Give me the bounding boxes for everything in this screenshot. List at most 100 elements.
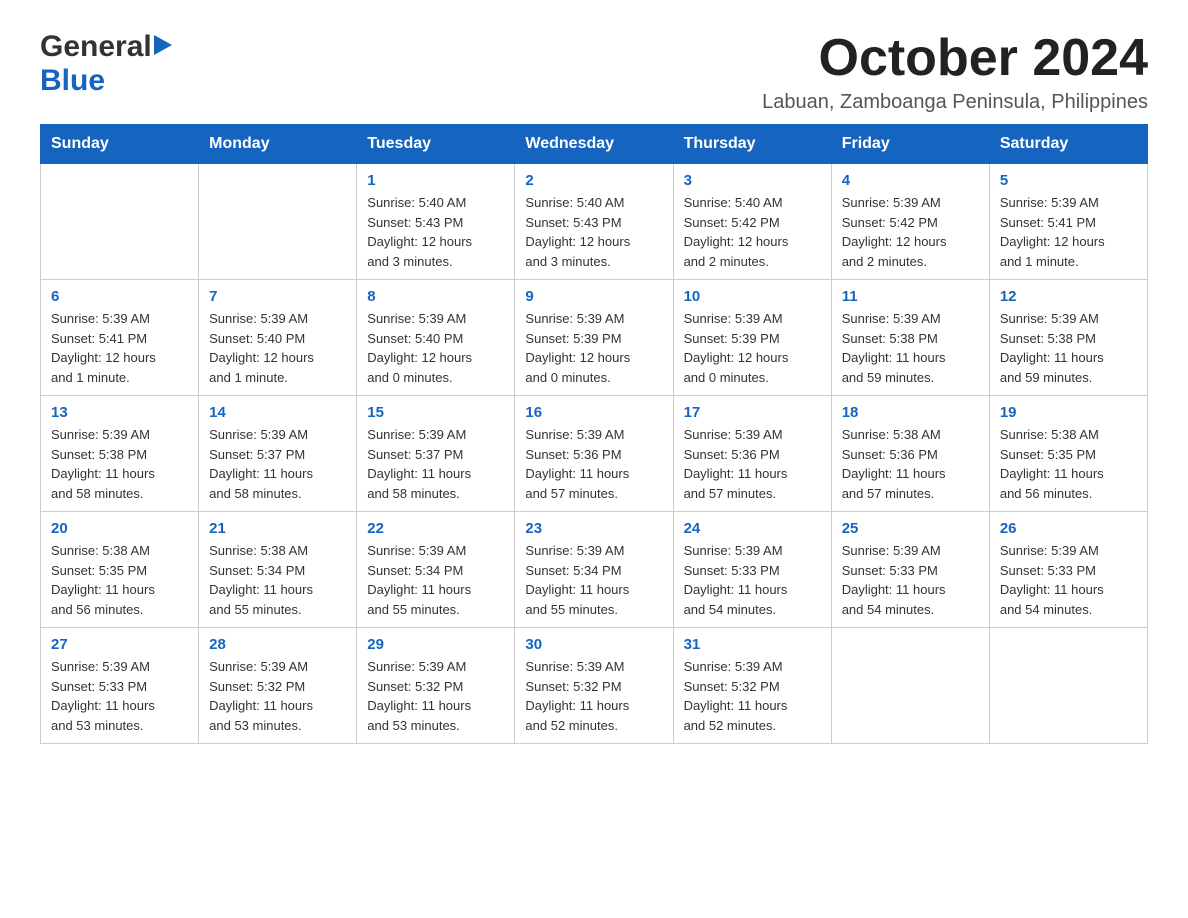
day-info: Sunrise: 5:39 AM Sunset: 5:40 PM Dayligh… bbox=[209, 309, 346, 387]
calendar-cell: 9 Sunrise: 5:39 AM Sunset: 5:39 PM Daylig… bbox=[515, 280, 673, 396]
calendar-header-wednesday: Wednesday bbox=[515, 125, 673, 164]
day-info: Sunrise: 5:39 AM Sunset: 5:36 PM Dayligh… bbox=[525, 425, 662, 503]
day-number: 9 bbox=[525, 288, 662, 305]
calendar-cell: 10Sunrise: 5:39 AM Sunset: 5:39 PM Dayli… bbox=[673, 280, 831, 396]
day-info: Sunrise: 5:39 AM Sunset: 5:32 PM Dayligh… bbox=[684, 657, 821, 735]
calendar-cell: 6Sunrise: 5:39 AM Sunset: 5:41 PM Daylig… bbox=[41, 280, 199, 396]
logo-general-text: General bbox=[40, 30, 152, 64]
calendar-cell: 5Sunrise: 5:39 AM Sunset: 5:41 PM Daylig… bbox=[989, 164, 1147, 280]
day-number: 31 bbox=[684, 636, 821, 653]
calendar-table: SundayMondayTuesdayWednesdayThursdayFrid… bbox=[40, 124, 1148, 744]
day-number: 13 bbox=[51, 404, 188, 421]
day-info: Sunrise: 5:39 AM Sunset: 5:39 PM Dayligh… bbox=[525, 309, 662, 387]
day-info: Sunrise: 5:39 AM Sunset: 5:40 PM Dayligh… bbox=[367, 309, 504, 387]
calendar-cell: 12Sunrise: 5:39 AM Sunset: 5:38 PM Dayli… bbox=[989, 280, 1147, 396]
day-number: 24 bbox=[684, 520, 821, 537]
day-number: 21 bbox=[209, 520, 346, 537]
calendar-cell: 13 Sunrise: 5:39 AM Sunset: 5:38 PM Dayli… bbox=[41, 396, 199, 512]
calendar-header-sunday: Sunday bbox=[41, 125, 199, 164]
calendar-header-thursday: Thursday bbox=[673, 125, 831, 164]
day-info: Sunrise: 5:39 AM Sunset: 5:32 PM Dayligh… bbox=[525, 657, 662, 735]
day-number: 19 bbox=[1000, 404, 1137, 421]
calendar-header-row: SundayMondayTuesdayWednesdayThursdayFrid… bbox=[41, 125, 1148, 164]
calendar-cell: 22 Sunrise: 5:39 AM Sunset: 5:34 PM Dayli… bbox=[357, 512, 515, 628]
day-info: Sunrise: 5:39 AM Sunset: 5:32 PM Dayligh… bbox=[209, 657, 346, 735]
calendar-cell: 3 Sunrise: 5:40 AM Sunset: 5:42 PM Daylig… bbox=[673, 164, 831, 280]
day-number: 8 bbox=[367, 288, 504, 305]
day-info: Sunrise: 5:39 AM Sunset: 5:32 PM Dayligh… bbox=[367, 657, 504, 735]
day-number: 3 bbox=[684, 172, 821, 189]
day-info: Sunrise: 5:39 AM Sunset: 5:38 PM Dayligh… bbox=[842, 309, 979, 387]
calendar-cell: 1 Sunrise: 5:40 AM Sunset: 5:43 PM Daylig… bbox=[357, 164, 515, 280]
day-number: 17 bbox=[684, 404, 821, 421]
day-number: 16 bbox=[525, 404, 662, 421]
calendar-week-1: 1 Sunrise: 5:40 AM Sunset: 5:43 PM Daylig… bbox=[41, 164, 1148, 280]
day-info: Sunrise: 5:39 AM Sunset: 5:34 PM Dayligh… bbox=[367, 541, 504, 619]
calendar-header-tuesday: Tuesday bbox=[357, 125, 515, 164]
day-number: 1 bbox=[367, 172, 504, 189]
day-info: Sunrise: 5:39 AM Sunset: 5:37 PM Dayligh… bbox=[367, 425, 504, 503]
calendar-cell: 21Sunrise: 5:38 AM Sunset: 5:34 PM Dayli… bbox=[199, 512, 357, 628]
calendar-week-4: 20 Sunrise: 5:38 AM Sunset: 5:35 PM Dayli… bbox=[41, 512, 1148, 628]
day-info: Sunrise: 5:39 AM Sunset: 5:38 PM Dayligh… bbox=[51, 425, 188, 503]
calendar-week-2: 6Sunrise: 5:39 AM Sunset: 5:41 PM Daylig… bbox=[41, 280, 1148, 396]
day-info: Sunrise: 5:40 AM Sunset: 5:43 PM Dayligh… bbox=[367, 193, 504, 271]
calendar-cell: 8 Sunrise: 5:39 AM Sunset: 5:40 PM Daylig… bbox=[357, 280, 515, 396]
title-section: October 2024 Labuan, Zamboanga Peninsula… bbox=[762, 30, 1148, 114]
calendar-cell: 31 Sunrise: 5:39 AM Sunset: 5:32 PM Dayli… bbox=[673, 628, 831, 744]
calendar-cell: 16 Sunrise: 5:39 AM Sunset: 5:36 PM Dayli… bbox=[515, 396, 673, 512]
calendar-cell: 24 Sunrise: 5:39 AM Sunset: 5:33 PM Dayli… bbox=[673, 512, 831, 628]
calendar-cell: 29Sunrise: 5:39 AM Sunset: 5:32 PM Dayli… bbox=[357, 628, 515, 744]
day-number: 12 bbox=[1000, 288, 1137, 305]
day-info: Sunrise: 5:39 AM Sunset: 5:42 PM Dayligh… bbox=[842, 193, 979, 271]
day-info: Sunrise: 5:39 AM Sunset: 5:37 PM Dayligh… bbox=[209, 425, 346, 503]
day-number: 11 bbox=[842, 288, 979, 305]
day-info: Sunrise: 5:39 AM Sunset: 5:33 PM Dayligh… bbox=[684, 541, 821, 619]
day-number: 26 bbox=[1000, 520, 1137, 537]
calendar-header-friday: Friday bbox=[831, 125, 989, 164]
day-info: Sunrise: 5:39 AM Sunset: 5:39 PM Dayligh… bbox=[684, 309, 821, 387]
day-info: Sunrise: 5:40 AM Sunset: 5:43 PM Dayligh… bbox=[525, 193, 662, 271]
calendar-cell: 26 Sunrise: 5:39 AM Sunset: 5:33 PM Dayli… bbox=[989, 512, 1147, 628]
month-title: October 2024 bbox=[762, 30, 1148, 87]
calendar-cell: 15 Sunrise: 5:39 AM Sunset: 5:37 PM Dayli… bbox=[357, 396, 515, 512]
calendar-header-saturday: Saturday bbox=[989, 125, 1147, 164]
day-number: 14 bbox=[209, 404, 346, 421]
day-info: Sunrise: 5:39 AM Sunset: 5:34 PM Dayligh… bbox=[525, 541, 662, 619]
calendar-cell: 18Sunrise: 5:38 AM Sunset: 5:36 PM Dayli… bbox=[831, 396, 989, 512]
day-number: 22 bbox=[367, 520, 504, 537]
day-info: Sunrise: 5:39 AM Sunset: 5:33 PM Dayligh… bbox=[842, 541, 979, 619]
day-number: 7 bbox=[209, 288, 346, 305]
day-info: Sunrise: 5:39 AM Sunset: 5:33 PM Dayligh… bbox=[1000, 541, 1137, 619]
day-number: 6 bbox=[51, 288, 188, 305]
calendar-cell: 11 Sunrise: 5:39 AM Sunset: 5:38 PM Dayli… bbox=[831, 280, 989, 396]
logo: General Blue bbox=[40, 30, 172, 98]
location-title: Labuan, Zamboanga Peninsula, Philippines bbox=[762, 91, 1148, 114]
calendar-week-5: 27Sunrise: 5:39 AM Sunset: 5:33 PM Dayli… bbox=[41, 628, 1148, 744]
day-info: Sunrise: 5:39 AM Sunset: 5:36 PM Dayligh… bbox=[684, 425, 821, 503]
logo-triangle-icon bbox=[154, 35, 172, 60]
calendar-cell bbox=[41, 164, 199, 280]
calendar-cell: 14 Sunrise: 5:39 AM Sunset: 5:37 PM Dayli… bbox=[199, 396, 357, 512]
calendar-cell: 30 Sunrise: 5:39 AM Sunset: 5:32 PM Dayli… bbox=[515, 628, 673, 744]
day-number: 30 bbox=[525, 636, 662, 653]
calendar-cell: 28 Sunrise: 5:39 AM Sunset: 5:32 PM Dayli… bbox=[199, 628, 357, 744]
day-info: Sunrise: 5:38 AM Sunset: 5:35 PM Dayligh… bbox=[51, 541, 188, 619]
day-number: 20 bbox=[51, 520, 188, 537]
calendar-cell: 27Sunrise: 5:39 AM Sunset: 5:33 PM Dayli… bbox=[41, 628, 199, 744]
day-number: 15 bbox=[367, 404, 504, 421]
day-info: Sunrise: 5:40 AM Sunset: 5:42 PM Dayligh… bbox=[684, 193, 821, 271]
calendar-week-3: 13 Sunrise: 5:39 AM Sunset: 5:38 PM Dayli… bbox=[41, 396, 1148, 512]
logo-blue-text: Blue bbox=[40, 64, 105, 97]
day-number: 27 bbox=[51, 636, 188, 653]
day-info: Sunrise: 5:38 AM Sunset: 5:36 PM Dayligh… bbox=[842, 425, 979, 503]
calendar-cell: 7 Sunrise: 5:39 AM Sunset: 5:40 PM Daylig… bbox=[199, 280, 357, 396]
day-number: 28 bbox=[209, 636, 346, 653]
calendar-cell: 23Sunrise: 5:39 AM Sunset: 5:34 PM Dayli… bbox=[515, 512, 673, 628]
calendar-cell: 2Sunrise: 5:40 AM Sunset: 5:43 PM Daylig… bbox=[515, 164, 673, 280]
page-header: General Blue October 2024 Labuan, Zamboa… bbox=[40, 30, 1148, 114]
calendar-cell: 4Sunrise: 5:39 AM Sunset: 5:42 PM Daylig… bbox=[831, 164, 989, 280]
calendar-cell bbox=[199, 164, 357, 280]
calendar-cell: 20 Sunrise: 5:38 AM Sunset: 5:35 PM Dayli… bbox=[41, 512, 199, 628]
day-number: 5 bbox=[1000, 172, 1137, 189]
